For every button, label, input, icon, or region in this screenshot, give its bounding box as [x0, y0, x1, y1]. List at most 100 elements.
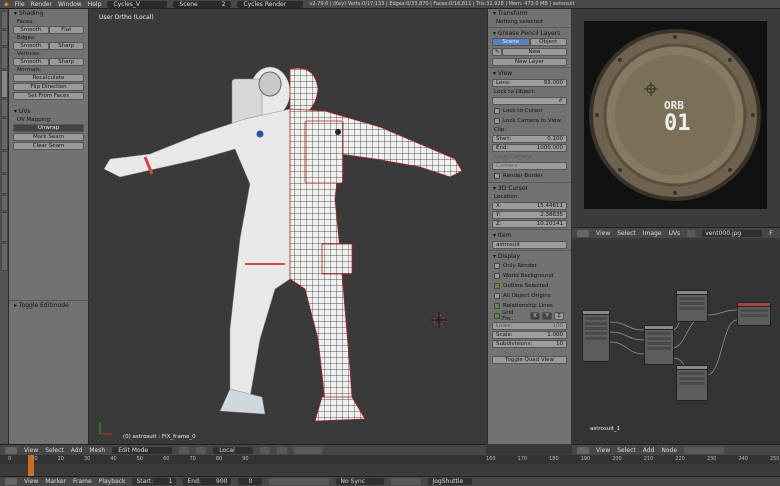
grease-pencil-header[interactable]: ▾ Grease Pencil Layers — [488, 29, 571, 38]
start-frame-field[interactable]: Start: 1 — [132, 478, 177, 485]
sync-dropdown[interactable]: No Sync — [336, 478, 385, 485]
tab-shading-uvs[interactable] — [1, 70, 8, 98]
timeline-area[interactable]: 0 10 20 30 40 50 60 70 80 90 160 170 180 190 200 210 22… — [0, 455, 780, 476]
set-from-faces-button[interactable]: Set From Faces — [13, 92, 84, 100]
item-header[interactable]: ▾ Item — [488, 231, 571, 240]
world-background-checkbox[interactable]: World Background — [488, 271, 571, 281]
timeline-type-icon[interactable] — [5, 478, 17, 485]
tab-display[interactable] — [1, 174, 8, 194]
editor-type-icon[interactable] — [5, 446, 17, 454]
timeline-menu-view[interactable]: View — [24, 478, 38, 485]
local-camera-field[interactable]: Camera — [492, 162, 567, 170]
menu-select[interactable]: Select — [45, 447, 64, 454]
scene-dropdown[interactable]: Scene 2 — [173, 0, 232, 8]
3d-cursor-icon[interactable] — [431, 312, 447, 328]
grid-floor-checkbox[interactable] — [494, 313, 500, 319]
transform-orientation-dropdown[interactable]: Local — [213, 446, 254, 454]
node-texture-2[interactable] — [676, 290, 708, 322]
menu-help[interactable]: Help — [88, 1, 102, 8]
unwrap-button[interactable]: Unwrap — [13, 124, 84, 132]
render-border-checkbox[interactable]: Render Border — [488, 171, 571, 181]
toggle-editmode-header[interactable]: ▸ Toggle Editmode — [9, 300, 89, 309]
node-texture-3[interactable] — [676, 365, 708, 401]
outline-selected-checkbox[interactable]: Outline Selected — [488, 281, 571, 291]
eyedropper-icon[interactable]: ✐ — [558, 98, 563, 104]
menu-file[interactable]: File — [15, 1, 25, 8]
display-header[interactable]: ▾ Display — [488, 252, 571, 261]
gp-object-button[interactable]: Object — [529, 38, 567, 46]
image-menu-select[interactable]: Select — [617, 230, 636, 237]
image-menu-uvs[interactable]: UVs — [669, 230, 681, 237]
cursor-x-field[interactable]: X: 15.44611 — [492, 202, 567, 210]
grid-lines-field[interactable]: Lines: 100 — [492, 322, 567, 330]
only-render-checkbox[interactable]: Only Render — [488, 261, 571, 271]
image-menu-view[interactable]: View — [596, 230, 610, 237]
toggle-quad-view-button[interactable]: Toggle Quad View — [492, 356, 567, 364]
timeline-menu-marker[interactable]: Marker — [45, 478, 66, 485]
node-mix-1[interactable] — [644, 325, 674, 365]
node-texture-1[interactable] — [582, 310, 610, 362]
tab-options[interactable] — [1, 99, 8, 117]
end-frame-field[interactable]: End: 900 — [183, 478, 232, 485]
tab-create[interactable] — [1, 30, 8, 46]
cursor-z-field[interactable]: Z: 10.20141 — [492, 220, 567, 228]
grid-scale-field[interactable]: Scale: 1.000 — [492, 331, 567, 339]
snap-icon[interactable] — [260, 446, 271, 454]
node-output[interactable] — [737, 302, 771, 326]
axis-z-toggle[interactable]: Z — [554, 312, 564, 320]
grid-subdivisions-field[interactable]: Subdivisions: 10 — [492, 340, 567, 348]
gp-pencil-icon[interactable]: ✎ — [492, 48, 502, 56]
gp-new-button[interactable]: New — [502, 48, 567, 56]
edges-sharp-button[interactable]: Sharp — [48, 42, 84, 50]
tab-retopology[interactable] — [1, 212, 8, 242]
axis-y-toggle[interactable]: Y — [542, 312, 552, 320]
pivot-icon[interactable] — [196, 446, 207, 454]
lens-field[interactable]: Lens: 93.000 — [492, 79, 567, 87]
node-menu-node[interactable]: Node — [661, 447, 677, 454]
node-shader-icon[interactable] — [684, 446, 725, 454]
image-browse-icon[interactable] — [687, 229, 696, 237]
layout-dropdown[interactable]: Cycles_V — [107, 0, 168, 8]
playback-controls-icon[interactable] — [269, 478, 330, 485]
view-header[interactable]: ▾ View — [488, 69, 571, 78]
lock-camera-checkbox[interactable]: Lock Camera to View — [488, 116, 571, 126]
menu-render[interactable]: Render — [31, 1, 52, 8]
item-name-field[interactable]: astrosuit — [492, 241, 567, 249]
node-editor-type-icon[interactable] — [577, 446, 589, 454]
3d-viewport[interactable]: User Ortho (Local) (0) astrosuit: FIX_f… — [90, 9, 486, 444]
node-menu-add[interactable]: Add — [643, 447, 655, 454]
node-menu-select[interactable]: Select — [617, 447, 636, 454]
keying-set-dropdown[interactable]: JogShuttle — [428, 478, 473, 485]
clear-seam-button[interactable]: Clear Seam — [13, 142, 84, 150]
menu-window[interactable]: Window — [58, 1, 82, 8]
tab-grease-pencil[interactable] — [1, 118, 8, 150]
recalculate-button[interactable]: Recalculate — [13, 74, 84, 82]
3d-cursor-header[interactable]: ▾ 3D Cursor — [488, 184, 571, 193]
faces-flat-button[interactable]: Flat — [48, 26, 84, 34]
playhead[interactable] — [28, 455, 34, 476]
new-layer-button[interactable]: New Layer — [492, 58, 567, 66]
tab-tools[interactable] — [1, 11, 8, 29]
transform-header[interactable]: ▾ Transform — [488, 9, 571, 18]
timeline-menu-frame[interactable]: Frame — [73, 478, 92, 485]
timeline-menu-playback[interactable]: Playback — [99, 478, 126, 485]
image-menu-image[interactable]: Image — [643, 230, 662, 237]
shading-panel-header[interactable]: ▾ Shading — [9, 9, 88, 18]
mode-dropdown[interactable]: Edit Mode — [112, 446, 173, 454]
image-editor[interactable]: ORB 01 — [572, 9, 780, 227]
relationship-lines-checkbox[interactable]: Relationship Lines — [488, 301, 571, 311]
image-fake-user-button[interactable]: F — [769, 230, 772, 237]
menu-add[interactable]: Add — [71, 447, 83, 454]
faces-smooth-button[interactable]: Smooth — [13, 26, 49, 34]
cursor-y-field[interactable]: Y: 2.38635 — [492, 211, 567, 219]
node-menu-view[interactable]: View — [596, 447, 610, 454]
flip-direction-button[interactable]: Flip Direction — [13, 83, 84, 91]
tab-misc[interactable] — [1, 195, 8, 211]
image-editor-type-icon[interactable] — [577, 229, 589, 237]
menu-view[interactable]: View — [24, 447, 38, 454]
tab-relations[interactable] — [1, 47, 8, 69]
clip-start-field[interactable]: Start: 0.100 — [492, 135, 567, 143]
all-object-origins-checkbox[interactable]: All Object Origins — [488, 291, 571, 301]
axis-x-toggle[interactable]: X — [530, 312, 540, 320]
tab-animation[interactable] — [1, 243, 8, 271]
